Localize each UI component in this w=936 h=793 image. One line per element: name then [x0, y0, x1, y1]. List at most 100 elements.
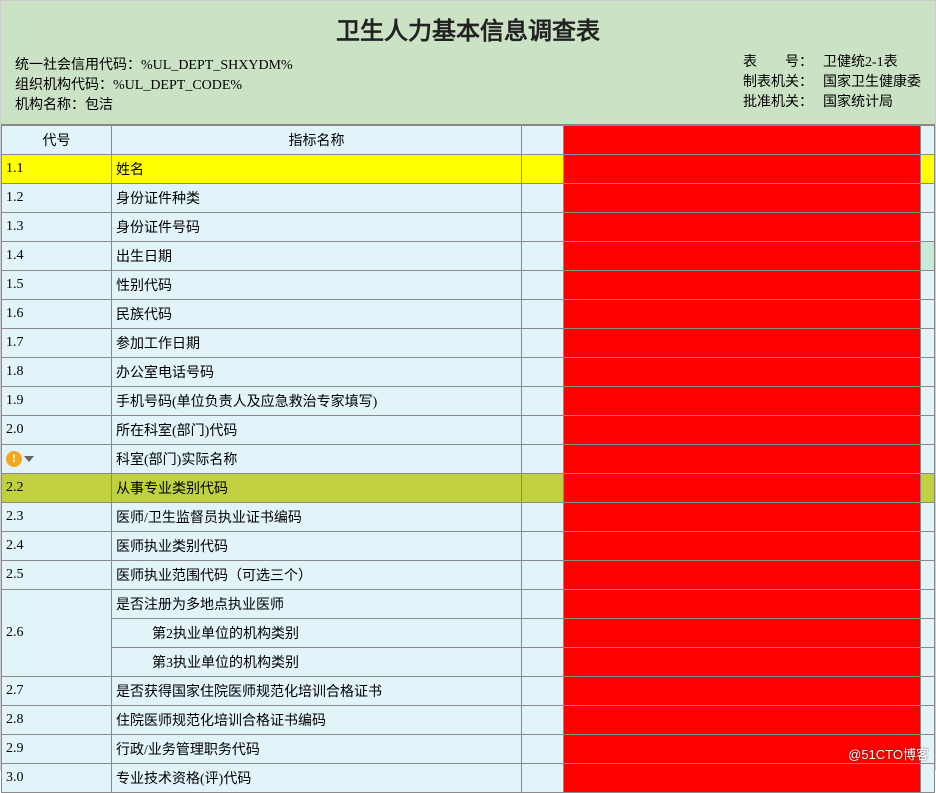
row-tail-cell[interactable] [921, 706, 935, 735]
row-name-cell[interactable]: 手机号码(单位负责人及应急救治专家填写) [112, 387, 522, 416]
row-name-cell[interactable]: 办公室电话号码 [112, 358, 522, 387]
row-name-cell[interactable]: 从事专业类别代码 [112, 474, 522, 503]
row-code-cell[interactable]: 2.8 [2, 706, 112, 735]
row-tail-cell[interactable] [921, 387, 935, 416]
row-code-cell[interactable]: ! [2, 445, 112, 474]
row-code-cell[interactable]: 1.7 [2, 329, 112, 358]
row-tail-cell[interactable] [921, 271, 935, 300]
row-name-cell[interactable]: 住院医师规范化培训合格证书编码 [112, 706, 522, 735]
row-value-cell[interactable] [564, 213, 921, 242]
row-value-cell[interactable] [564, 677, 921, 706]
row-gap-cell[interactable] [522, 532, 564, 561]
row-value-cell[interactable] [564, 474, 921, 503]
row-gap-cell[interactable] [522, 416, 564, 445]
row-code-cell[interactable]: 2.2 [2, 474, 112, 503]
row-code-cell[interactable]: 2.9 [2, 735, 112, 764]
row-code-cell[interactable]: 2.3 [2, 503, 112, 532]
row-code-cell[interactable]: 1.4 [2, 242, 112, 271]
row-value-cell[interactable] [564, 387, 921, 416]
row-tail-cell[interactable] [921, 184, 935, 213]
row-name-cell[interactable]: 出生日期 [112, 242, 522, 271]
row-tail-cell[interactable] [921, 648, 935, 677]
row-value-cell[interactable] [564, 242, 921, 271]
row-value-cell[interactable] [564, 590, 921, 619]
row-gap-cell[interactable] [522, 619, 564, 648]
row-code-cell[interactable]: 1.2 [2, 184, 112, 213]
row-tail-cell[interactable] [921, 474, 935, 503]
row-code-cell[interactable]: 1.6 [2, 300, 112, 329]
row-gap-cell[interactable] [522, 474, 564, 503]
row-tail-cell[interactable] [921, 242, 935, 271]
row-name-cell[interactable]: 身份证件种类 [112, 184, 522, 213]
row-value-cell[interactable] [564, 445, 921, 474]
row-gap-cell[interactable] [522, 213, 564, 242]
row-tail-cell[interactable] [921, 213, 935, 242]
row-gap-cell[interactable] [522, 735, 564, 764]
row-value-cell[interactable] [564, 329, 921, 358]
row-code-cell[interactable]: 1.3 [2, 213, 112, 242]
row-value-cell[interactable] [564, 648, 921, 677]
row-code-cell[interactable]: 1.8 [2, 358, 112, 387]
row-name-cell[interactable]: 第2执业单位的机构类别 [112, 619, 522, 648]
row-tail-cell[interactable] [921, 561, 935, 590]
row-gap-cell[interactable] [522, 300, 564, 329]
row-code-cell[interactable]: 2.6 [2, 590, 112, 677]
row-name-cell[interactable]: 民族代码 [112, 300, 522, 329]
row-tail-cell[interactable] [921, 445, 935, 474]
row-tail-cell[interactable] [921, 764, 935, 793]
row-name-cell[interactable]: 专业技术资格(评)代码 [112, 764, 522, 793]
row-tail-cell[interactable] [921, 358, 935, 387]
row-gap-cell[interactable] [522, 677, 564, 706]
row-tail-cell[interactable] [921, 300, 935, 329]
row-code-cell[interactable]: 1.5 [2, 271, 112, 300]
row-tail-cell[interactable] [921, 155, 935, 184]
row-gap-cell[interactable] [522, 561, 564, 590]
row-gap-cell[interactable] [522, 184, 564, 213]
row-value-cell[interactable] [564, 184, 921, 213]
row-code-cell[interactable]: 2.5 [2, 561, 112, 590]
row-value-cell[interactable] [564, 764, 921, 793]
row-value-cell[interactable] [564, 300, 921, 329]
row-code-cell[interactable]: 3.0 [2, 764, 112, 793]
row-name-cell[interactable]: 科室(部门)实际名称 [112, 445, 522, 474]
row-gap-cell[interactable] [522, 590, 564, 619]
row-name-cell[interactable]: 第3执业单位的机构类别 [112, 648, 522, 677]
row-gap-cell[interactable] [522, 503, 564, 532]
row-tail-cell[interactable] [921, 503, 935, 532]
row-name-cell[interactable]: 医师执业范围代码（可选三个） [112, 561, 522, 590]
row-code-cell[interactable]: 1.1 [2, 155, 112, 184]
row-name-cell[interactable]: 性别代码 [112, 271, 522, 300]
row-gap-cell[interactable] [522, 271, 564, 300]
row-gap-cell[interactable] [522, 242, 564, 271]
row-name-cell[interactable]: 身份证件号码 [112, 213, 522, 242]
row-name-cell[interactable]: 医师/卫生监督员执业证书编码 [112, 503, 522, 532]
row-tail-cell[interactable] [921, 677, 935, 706]
row-code-cell[interactable]: 2.4 [2, 532, 112, 561]
row-tail-cell[interactable] [921, 329, 935, 358]
row-value-cell[interactable] [564, 619, 921, 648]
row-gap-cell[interactable] [522, 358, 564, 387]
row-gap-cell[interactable] [522, 445, 564, 474]
row-value-cell[interactable] [564, 358, 921, 387]
row-tail-cell[interactable] [921, 416, 935, 445]
row-value-cell[interactable] [564, 155, 921, 184]
row-code-cell[interactable]: 2.0 [2, 416, 112, 445]
row-value-cell[interactable] [564, 503, 921, 532]
row-gap-cell[interactable] [522, 706, 564, 735]
row-gap-cell[interactable] [522, 764, 564, 793]
row-tail-cell[interactable] [921, 590, 935, 619]
row-name-cell[interactable]: 所在科室(部门)代码 [112, 416, 522, 445]
row-tail-cell[interactable] [921, 532, 935, 561]
row-name-cell[interactable]: 行政/业务管理职务代码 [112, 735, 522, 764]
row-name-cell[interactable]: 参加工作日期 [112, 329, 522, 358]
row-value-cell[interactable] [564, 532, 921, 561]
row-gap-cell[interactable] [522, 155, 564, 184]
row-gap-cell[interactable] [522, 648, 564, 677]
row-name-cell[interactable]: 是否注册为多地点执业医师 [112, 590, 522, 619]
row-gap-cell[interactable] [522, 387, 564, 416]
row-code-cell[interactable]: 2.7 [2, 677, 112, 706]
row-code-cell[interactable]: 1.9 [2, 387, 112, 416]
row-gap-cell[interactable] [522, 329, 564, 358]
row-value-cell[interactable] [564, 271, 921, 300]
row-value-cell[interactable] [564, 416, 921, 445]
